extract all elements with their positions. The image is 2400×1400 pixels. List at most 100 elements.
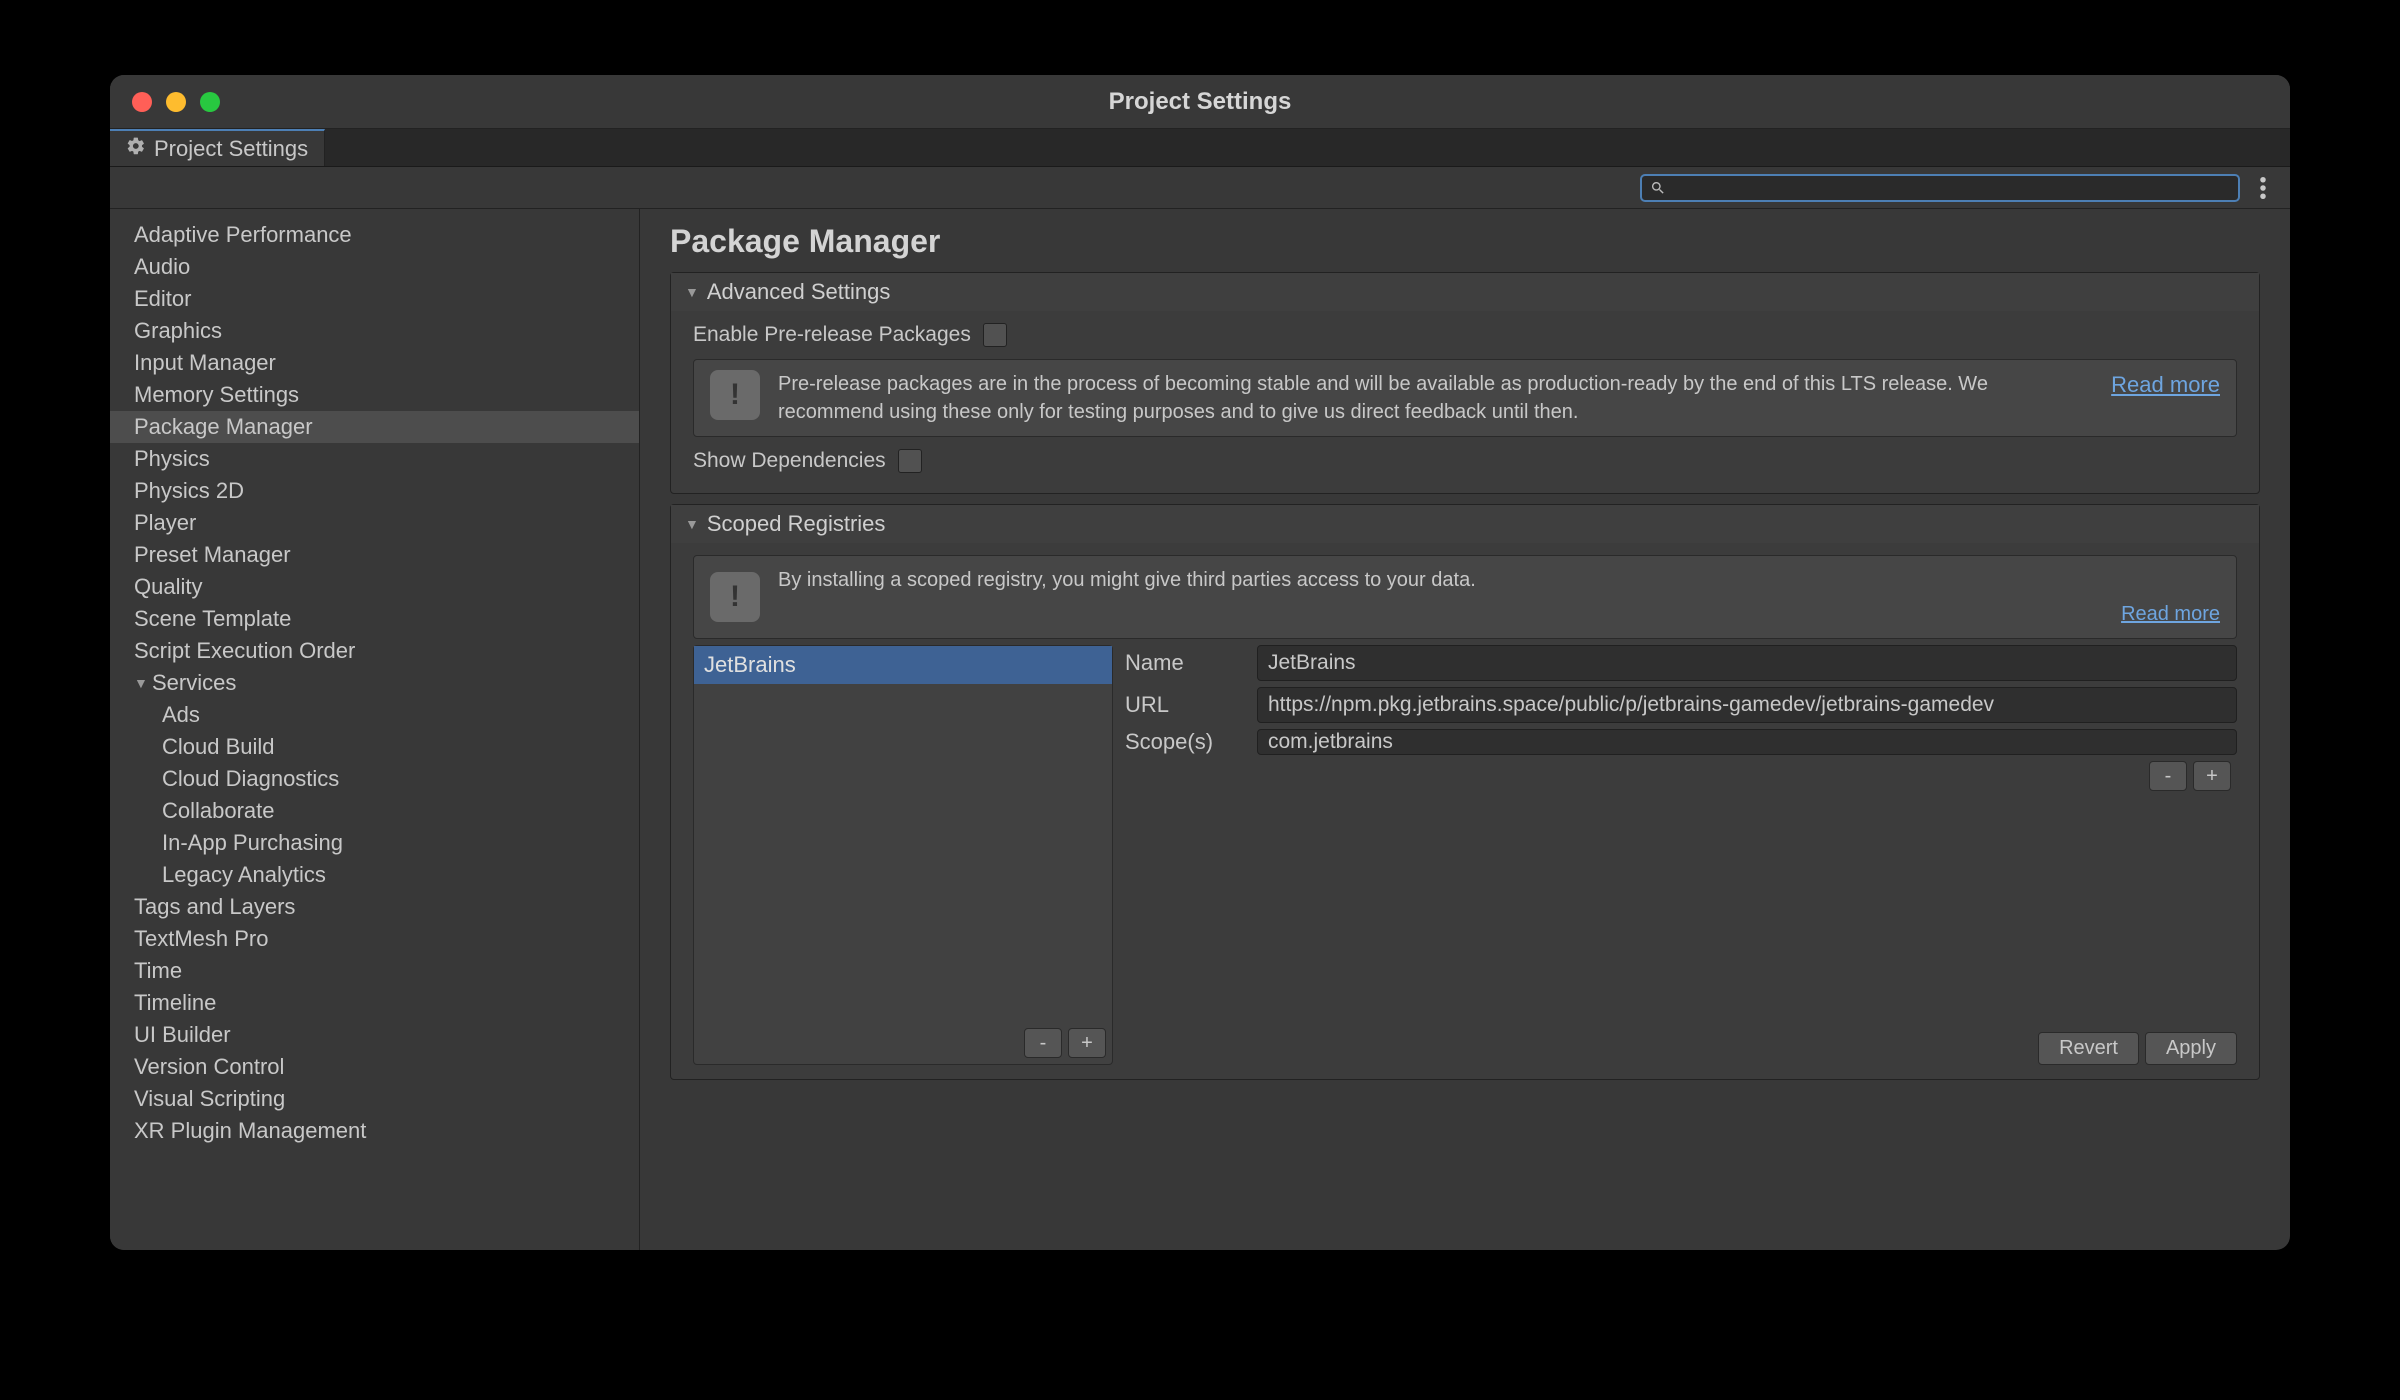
sidebar-item-label: Audio	[134, 252, 190, 282]
sidebar-item-label: Scene Template	[134, 604, 291, 634]
panel-header-label: Scoped Registries	[707, 511, 886, 537]
tabbar: Project Settings	[110, 129, 2290, 167]
disclosure-triangle-icon: ▼	[134, 668, 148, 698]
registry-url-row: URL	[1125, 687, 2237, 723]
sidebar-item-label: Visual Scripting	[134, 1084, 285, 1114]
revert-button[interactable]: Revert	[2038, 1032, 2139, 1065]
sidebar-item-adaptive-performance[interactable]: Adaptive Performance	[110, 219, 639, 251]
sidebar-item-graphics[interactable]: Graphics	[110, 315, 639, 347]
toolbar	[110, 167, 2290, 209]
sidebar-item-tags-and-layers[interactable]: Tags and Layers	[110, 891, 639, 923]
minimize-window-button[interactable]	[166, 92, 186, 112]
info-icon: !	[710, 370, 760, 420]
sidebar-item-time[interactable]: Time	[110, 955, 639, 987]
sidebar-item-timeline[interactable]: Timeline	[110, 987, 639, 1019]
sidebar-item-services[interactable]: ▼Services	[110, 667, 639, 699]
scoped-registries-header[interactable]: ▼ Scoped Registries	[671, 505, 2259, 543]
show-dependencies-label: Show Dependencies	[693, 449, 886, 473]
sidebar-item-version-control[interactable]: Version Control	[110, 1051, 639, 1083]
info-icon: !	[710, 572, 760, 622]
gear-icon	[126, 136, 146, 162]
remove-registry-button[interactable]: -	[1024, 1028, 1062, 1058]
show-dependencies-row: Show Dependencies	[693, 443, 2237, 479]
sidebar-item-script-execution-order[interactable]: Script Execution Order	[110, 635, 639, 667]
sidebar-item-quality[interactable]: Quality	[110, 571, 639, 603]
advanced-settings-panel: ▼ Advanced Settings Enable Pre-release P…	[670, 272, 2260, 494]
sidebar-item-label: Memory Settings	[134, 380, 299, 410]
sidebar-item-ads[interactable]: Ads	[110, 699, 639, 731]
add-registry-button[interactable]: +	[1068, 1028, 1106, 1058]
sidebar-item-label: Ads	[162, 700, 200, 730]
registry-name-row: Name	[1125, 645, 2237, 681]
registry-list: JetBrains - +	[693, 645, 1113, 1065]
project-settings-window: Project Settings Project Settings Adapti…	[110, 75, 2290, 1250]
titlebar: Project Settings	[110, 75, 2290, 129]
sidebar-item-label: XR Plugin Management	[134, 1116, 366, 1146]
sidebar-item-label: Physics	[134, 444, 210, 474]
sidebar-item-label: Adaptive Performance	[134, 220, 352, 250]
advanced-settings-header[interactable]: ▼ Advanced Settings	[671, 273, 2259, 311]
search-field[interactable]	[1640, 174, 2240, 202]
sidebar-item-label: Services	[152, 668, 236, 698]
registry-layout: JetBrains - + Name	[693, 645, 2237, 1065]
registry-url-input[interactable]	[1257, 687, 2237, 723]
disclosure-triangle-icon: ▼	[685, 516, 699, 532]
sidebar-item-xr-plugin-management[interactable]: XR Plugin Management	[110, 1115, 639, 1147]
sidebar-item-in-app-purchasing[interactable]: In-App Purchasing	[110, 827, 639, 859]
tab-label: Project Settings	[154, 136, 308, 162]
apply-button[interactable]: Apply	[2145, 1032, 2237, 1065]
remove-scope-button[interactable]: -	[2149, 761, 2187, 791]
sidebar-item-label: In-App Purchasing	[162, 828, 343, 858]
enable-prerelease-checkbox[interactable]	[983, 323, 1007, 347]
sidebar-item-cloud-diagnostics[interactable]: Cloud Diagnostics	[110, 763, 639, 795]
maximize-window-button[interactable]	[200, 92, 220, 112]
sidebar-item-input-manager[interactable]: Input Manager	[110, 347, 639, 379]
sidebar-item-label: Quality	[134, 572, 202, 602]
sidebar-item-memory-settings[interactable]: Memory Settings	[110, 379, 639, 411]
show-dependencies-checkbox[interactable]	[898, 449, 922, 473]
sidebar-item-label: Graphics	[134, 316, 222, 346]
sidebar-item-visual-scripting[interactable]: Visual Scripting	[110, 1083, 639, 1115]
registry-name-input[interactable]	[1257, 645, 2237, 681]
sidebar-item-preset-manager[interactable]: Preset Manager	[110, 539, 639, 571]
close-window-button[interactable]	[132, 92, 152, 112]
read-more-link-scoped[interactable]: Read more	[2121, 600, 2220, 628]
add-scope-button[interactable]: +	[2193, 761, 2231, 791]
settings-sidebar: Adaptive PerformanceAudioEditorGraphicsI…	[110, 209, 640, 1250]
sidebar-item-label: Player	[134, 508, 196, 538]
registry-scope-input[interactable]	[1257, 729, 2237, 755]
registry-scope-row: Scope(s) - +	[1125, 729, 2237, 797]
sidebar-item-cloud-build[interactable]: Cloud Build	[110, 731, 639, 763]
tab-project-settings[interactable]: Project Settings	[110, 129, 325, 166]
sidebar-item-scene-template[interactable]: Scene Template	[110, 603, 639, 635]
read-more-link-prerelease[interactable]: Read more	[2111, 370, 2220, 401]
scoped-registries-panel: ▼ Scoped Registries ! By installing a sc…	[670, 504, 2260, 1080]
registry-items: JetBrains	[694, 646, 1112, 1022]
sidebar-item-editor[interactable]: Editor	[110, 283, 639, 315]
sidebar-item-textmesh-pro[interactable]: TextMesh Pro	[110, 923, 639, 955]
sidebar-item-collaborate[interactable]: Collaborate	[110, 795, 639, 827]
search-input[interactable]	[1672, 177, 2230, 198]
sidebar-item-label: Timeline	[134, 988, 216, 1018]
sidebar-item-label: Package Manager	[134, 412, 313, 442]
sidebar-item-player[interactable]: Player	[110, 507, 639, 539]
sidebar-item-physics-2d[interactable]: Physics 2D	[110, 475, 639, 507]
sidebar-item-label: UI Builder	[134, 1020, 231, 1050]
more-menu-button[interactable]	[2250, 175, 2276, 201]
panel-header-label: Advanced Settings	[707, 279, 890, 305]
sidebar-item-audio[interactable]: Audio	[110, 251, 639, 283]
registry-item-label: JetBrains	[704, 652, 796, 677]
enable-prerelease-row: Enable Pre-release Packages	[693, 317, 2237, 353]
traffic-lights	[110, 92, 220, 112]
sidebar-item-label: Physics 2D	[134, 476, 244, 506]
sidebar-item-label: Preset Manager	[134, 540, 291, 570]
sidebar-item-legacy-analytics[interactable]: Legacy Analytics	[110, 859, 639, 891]
sidebar-item-physics[interactable]: Physics	[110, 443, 639, 475]
info-text: Pre-release packages are in the process …	[778, 370, 2093, 426]
registry-item-jetbrains[interactable]: JetBrains	[694, 646, 1112, 684]
main-area: Adaptive PerformanceAudioEditorGraphicsI…	[110, 209, 2290, 1250]
sidebar-item-ui-builder[interactable]: UI Builder	[110, 1019, 639, 1051]
sidebar-item-label: Collaborate	[162, 796, 275, 826]
sidebar-item-package-manager[interactable]: Package Manager	[110, 411, 639, 443]
sidebar-item-label: Cloud Build	[162, 732, 275, 762]
